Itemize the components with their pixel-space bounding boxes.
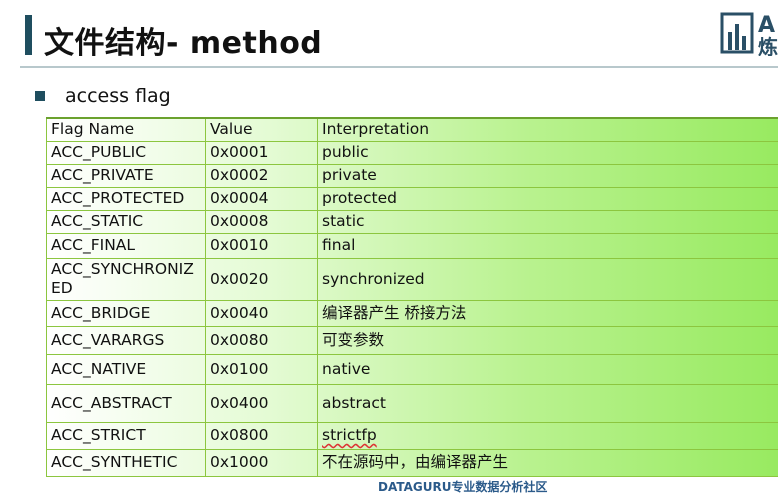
flag-value-cell: 0x0080: [206, 326, 318, 354]
flag-interp-cell: strictfp: [318, 422, 778, 449]
flag-name-cell: ACC_PUBLIC: [47, 141, 206, 164]
flag-name-text: ACC_SYNCHRONIZED: [51, 260, 201, 298]
svg-text:炼: 炼: [758, 35, 778, 56]
flag-value-cell: 0x0400: [206, 384, 318, 422]
slide-title: 文件结构- method: [44, 18, 322, 62]
flag-interp-cell: synchronized: [318, 258, 778, 300]
header-flag-name: Flag Name: [47, 118, 206, 141]
dataguru-logo: A 炼: [718, 10, 778, 56]
flag-interp-cell: abstract: [318, 384, 778, 422]
table-row: ACC_STATIC 0x0008 static: [47, 210, 778, 233]
flag-name-cell: ACC_PRIVATE: [47, 164, 206, 187]
flag-interp-cell: protected: [318, 187, 778, 210]
flag-value-cell: 0x1000: [206, 449, 318, 476]
flag-name-cell: ACC_STATIC: [47, 210, 206, 233]
bullet-square: [35, 91, 45, 101]
table-row: ACC_PUBLIC 0x0001 public: [47, 141, 778, 164]
flag-interp-cell: 不在源码中，由编译器产生: [318, 449, 778, 476]
table-row: ACC_VARARGS 0x0080 可变参数: [47, 326, 778, 354]
flag-name-cell: ACC_SYNCHRONIZED: [47, 258, 206, 300]
flag-name-cell: ACC_ABSTRACT: [47, 384, 206, 422]
flag-interp-cell: final: [318, 233, 778, 258]
flag-value-cell: 0x0010: [206, 233, 318, 258]
header-interpretation: Interpretation: [318, 118, 778, 141]
table-row: ACC_FINAL 0x0010 final: [47, 233, 778, 258]
flag-name-cell: ACC_NATIVE: [47, 354, 206, 384]
table-row: ACC_NATIVE 0x0100 native: [47, 354, 778, 384]
flag-name-cell: ACC_FINAL: [47, 233, 206, 258]
table-row: ACC_ABSTRACT 0x0400 abstract: [47, 384, 778, 422]
title-divider: [20, 66, 778, 68]
flag-name-cell: ACC_PROTECTED: [47, 187, 206, 210]
access-flag-table: Flag Name Value Interpretation ACC_PUBLI…: [46, 117, 778, 477]
title-accent-bar: [25, 15, 32, 55]
flag-value-cell: 0x0002: [206, 164, 318, 187]
flag-interp-cell: native: [318, 354, 778, 384]
table-row: ACC_PRIVATE 0x0002 private: [47, 164, 778, 187]
flag-value-cell: 0x0100: [206, 354, 318, 384]
flag-name-cell: ACC_SYNTHETIC: [47, 449, 206, 476]
flag-interp-cell: static: [318, 210, 778, 233]
flag-name-cell: ACC_BRIDGE: [47, 300, 206, 326]
table-row: ACC_BRIDGE 0x0040 编译器产生 桥接方法: [47, 300, 778, 326]
flag-value-cell: 0x0001: [206, 141, 318, 164]
flag-interp-cell: 可变参数: [318, 326, 778, 354]
table-row: ACC_STRICT 0x0800 strictfp: [47, 422, 778, 449]
flag-interp-cell: 编译器产生 桥接方法: [318, 300, 778, 326]
flag-value-cell: 0x0008: [206, 210, 318, 233]
table-row: ACC_SYNTHETIC 0x1000 不在源码中，由编译器产生: [47, 449, 778, 476]
flag-value-cell: 0x0800: [206, 422, 318, 449]
table-header-row: Flag Name Value Interpretation: [47, 118, 778, 141]
header-value: Value: [206, 118, 318, 141]
flag-value-cell: 0x0020: [206, 258, 318, 300]
flag-value-cell: 0x0004: [206, 187, 318, 210]
table-row: ACC_PROTECTED 0x0004 protected: [47, 187, 778, 210]
flag-interp-cell: public: [318, 141, 778, 164]
flag-value-cell: 0x0040: [206, 300, 318, 326]
flag-interp-cell: private: [318, 164, 778, 187]
bullet-text: access flag: [65, 85, 171, 107]
spellcheck-word: strictfp: [322, 426, 377, 444]
flag-name-cell: ACC_STRICT: [47, 422, 206, 449]
flag-name-cell: ACC_VARARGS: [47, 326, 206, 354]
table-row: ACC_SYNCHRONIZED 0x0020 synchronized: [47, 258, 778, 300]
logo-icon: A 炼: [718, 10, 778, 56]
